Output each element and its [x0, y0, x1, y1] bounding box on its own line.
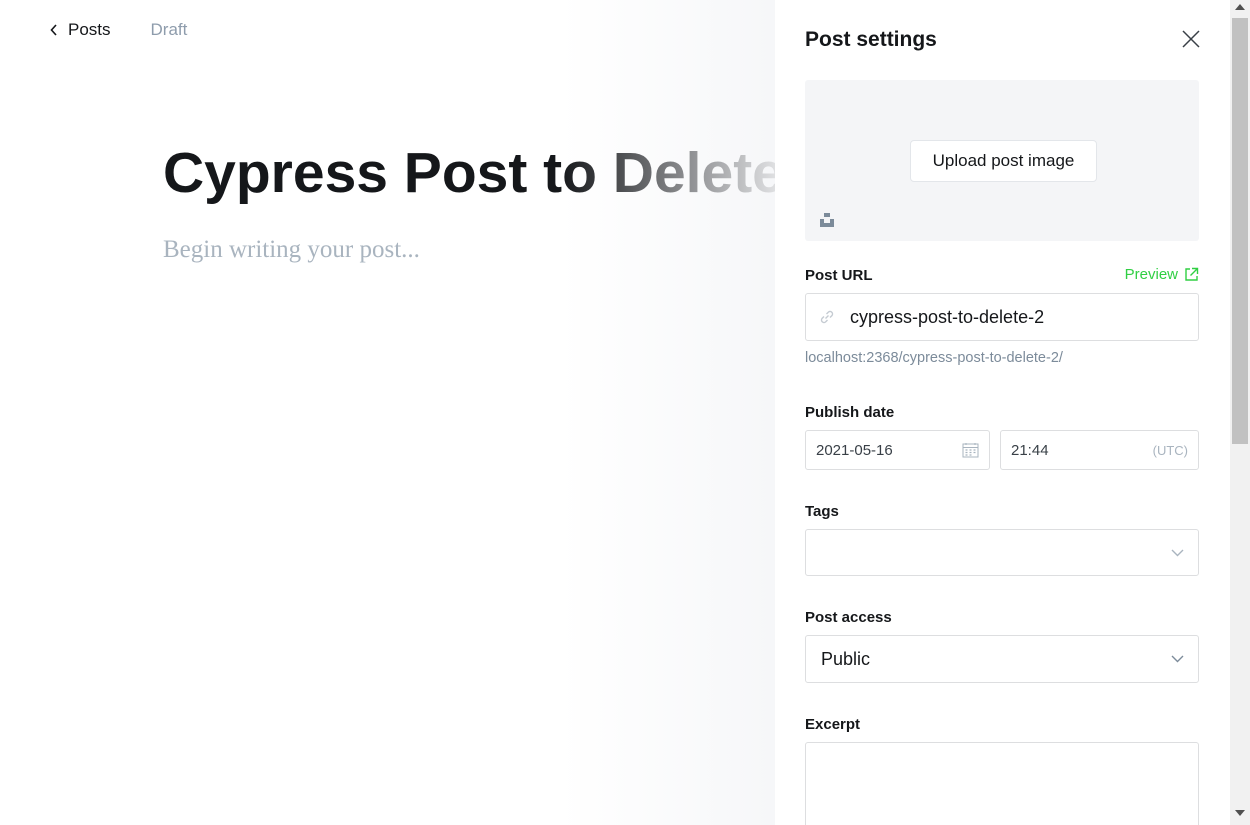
- post-url-hint: localhost:2368/cypress-post-to-delete-2/: [805, 350, 1063, 366]
- back-link-label: Posts: [68, 20, 111, 39]
- scroll-thumb[interactable]: [1232, 18, 1248, 444]
- post-settings-panel: Post settings Upload post image Post URL…: [775, 0, 1230, 825]
- post-url-field[interactable]: [805, 293, 1199, 341]
- post-access-value: Public: [821, 648, 871, 669]
- back-to-posts-link[interactable]: Posts: [50, 20, 111, 40]
- post-url-input[interactable]: [850, 306, 1170, 328]
- timezone-label: (UTC): [1152, 442, 1188, 458]
- date-value: 2021-05-16: [816, 441, 893, 459]
- excerpt-label: Excerpt: [805, 716, 861, 733]
- post-image-upload-area: Upload post image: [805, 80, 1199, 241]
- post-access-select[interactable]: Public: [805, 635, 1199, 683]
- editor-header: Posts Draft: [50, 18, 187, 42]
- post-title-input[interactable]: Cypress Post to Delete: [163, 140, 784, 206]
- post-url-label: Post URL: [805, 267, 873, 284]
- chevron-down-icon: [1171, 655, 1184, 663]
- external-link-icon: [1185, 267, 1199, 281]
- excerpt-textarea[interactable]: [805, 742, 1199, 825]
- publish-date-input[interactable]: 2021-05-16: [805, 430, 990, 470]
- panel-shadow: [560, 0, 776, 825]
- link-icon: [820, 310, 834, 324]
- tags-label: Tags: [805, 503, 839, 520]
- post-status: Draft: [150, 20, 188, 39]
- chevron-down-icon: [1171, 549, 1184, 556]
- publish-time-input[interactable]: 21:44 (UTC): [1000, 430, 1199, 470]
- scroll-up-arrow[interactable]: [1235, 4, 1245, 10]
- close-settings-button[interactable]: [1180, 28, 1202, 50]
- close-icon: [1182, 30, 1200, 48]
- publish-date-label: Publish date: [805, 404, 895, 421]
- preview-link[interactable]: Preview: [1125, 266, 1199, 283]
- tags-input[interactable]: [805, 529, 1199, 576]
- scroll-down-arrow[interactable]: [1235, 810, 1245, 816]
- chevron-left-icon: [50, 24, 57, 36]
- post-body-editor[interactable]: Begin writing your post...: [163, 236, 420, 264]
- panel-title: Post settings: [805, 28, 937, 51]
- post-access-label: Post access: [805, 609, 892, 626]
- unsplash-icon[interactable]: [819, 212, 835, 228]
- calendar-icon[interactable]: [962, 442, 979, 458]
- scrollbar[interactable]: [1230, 0, 1250, 825]
- time-value: 21:44: [1011, 441, 1049, 459]
- upload-post-image-button[interactable]: Upload post image: [910, 140, 1097, 182]
- preview-link-label: Preview: [1124, 266, 1178, 283]
